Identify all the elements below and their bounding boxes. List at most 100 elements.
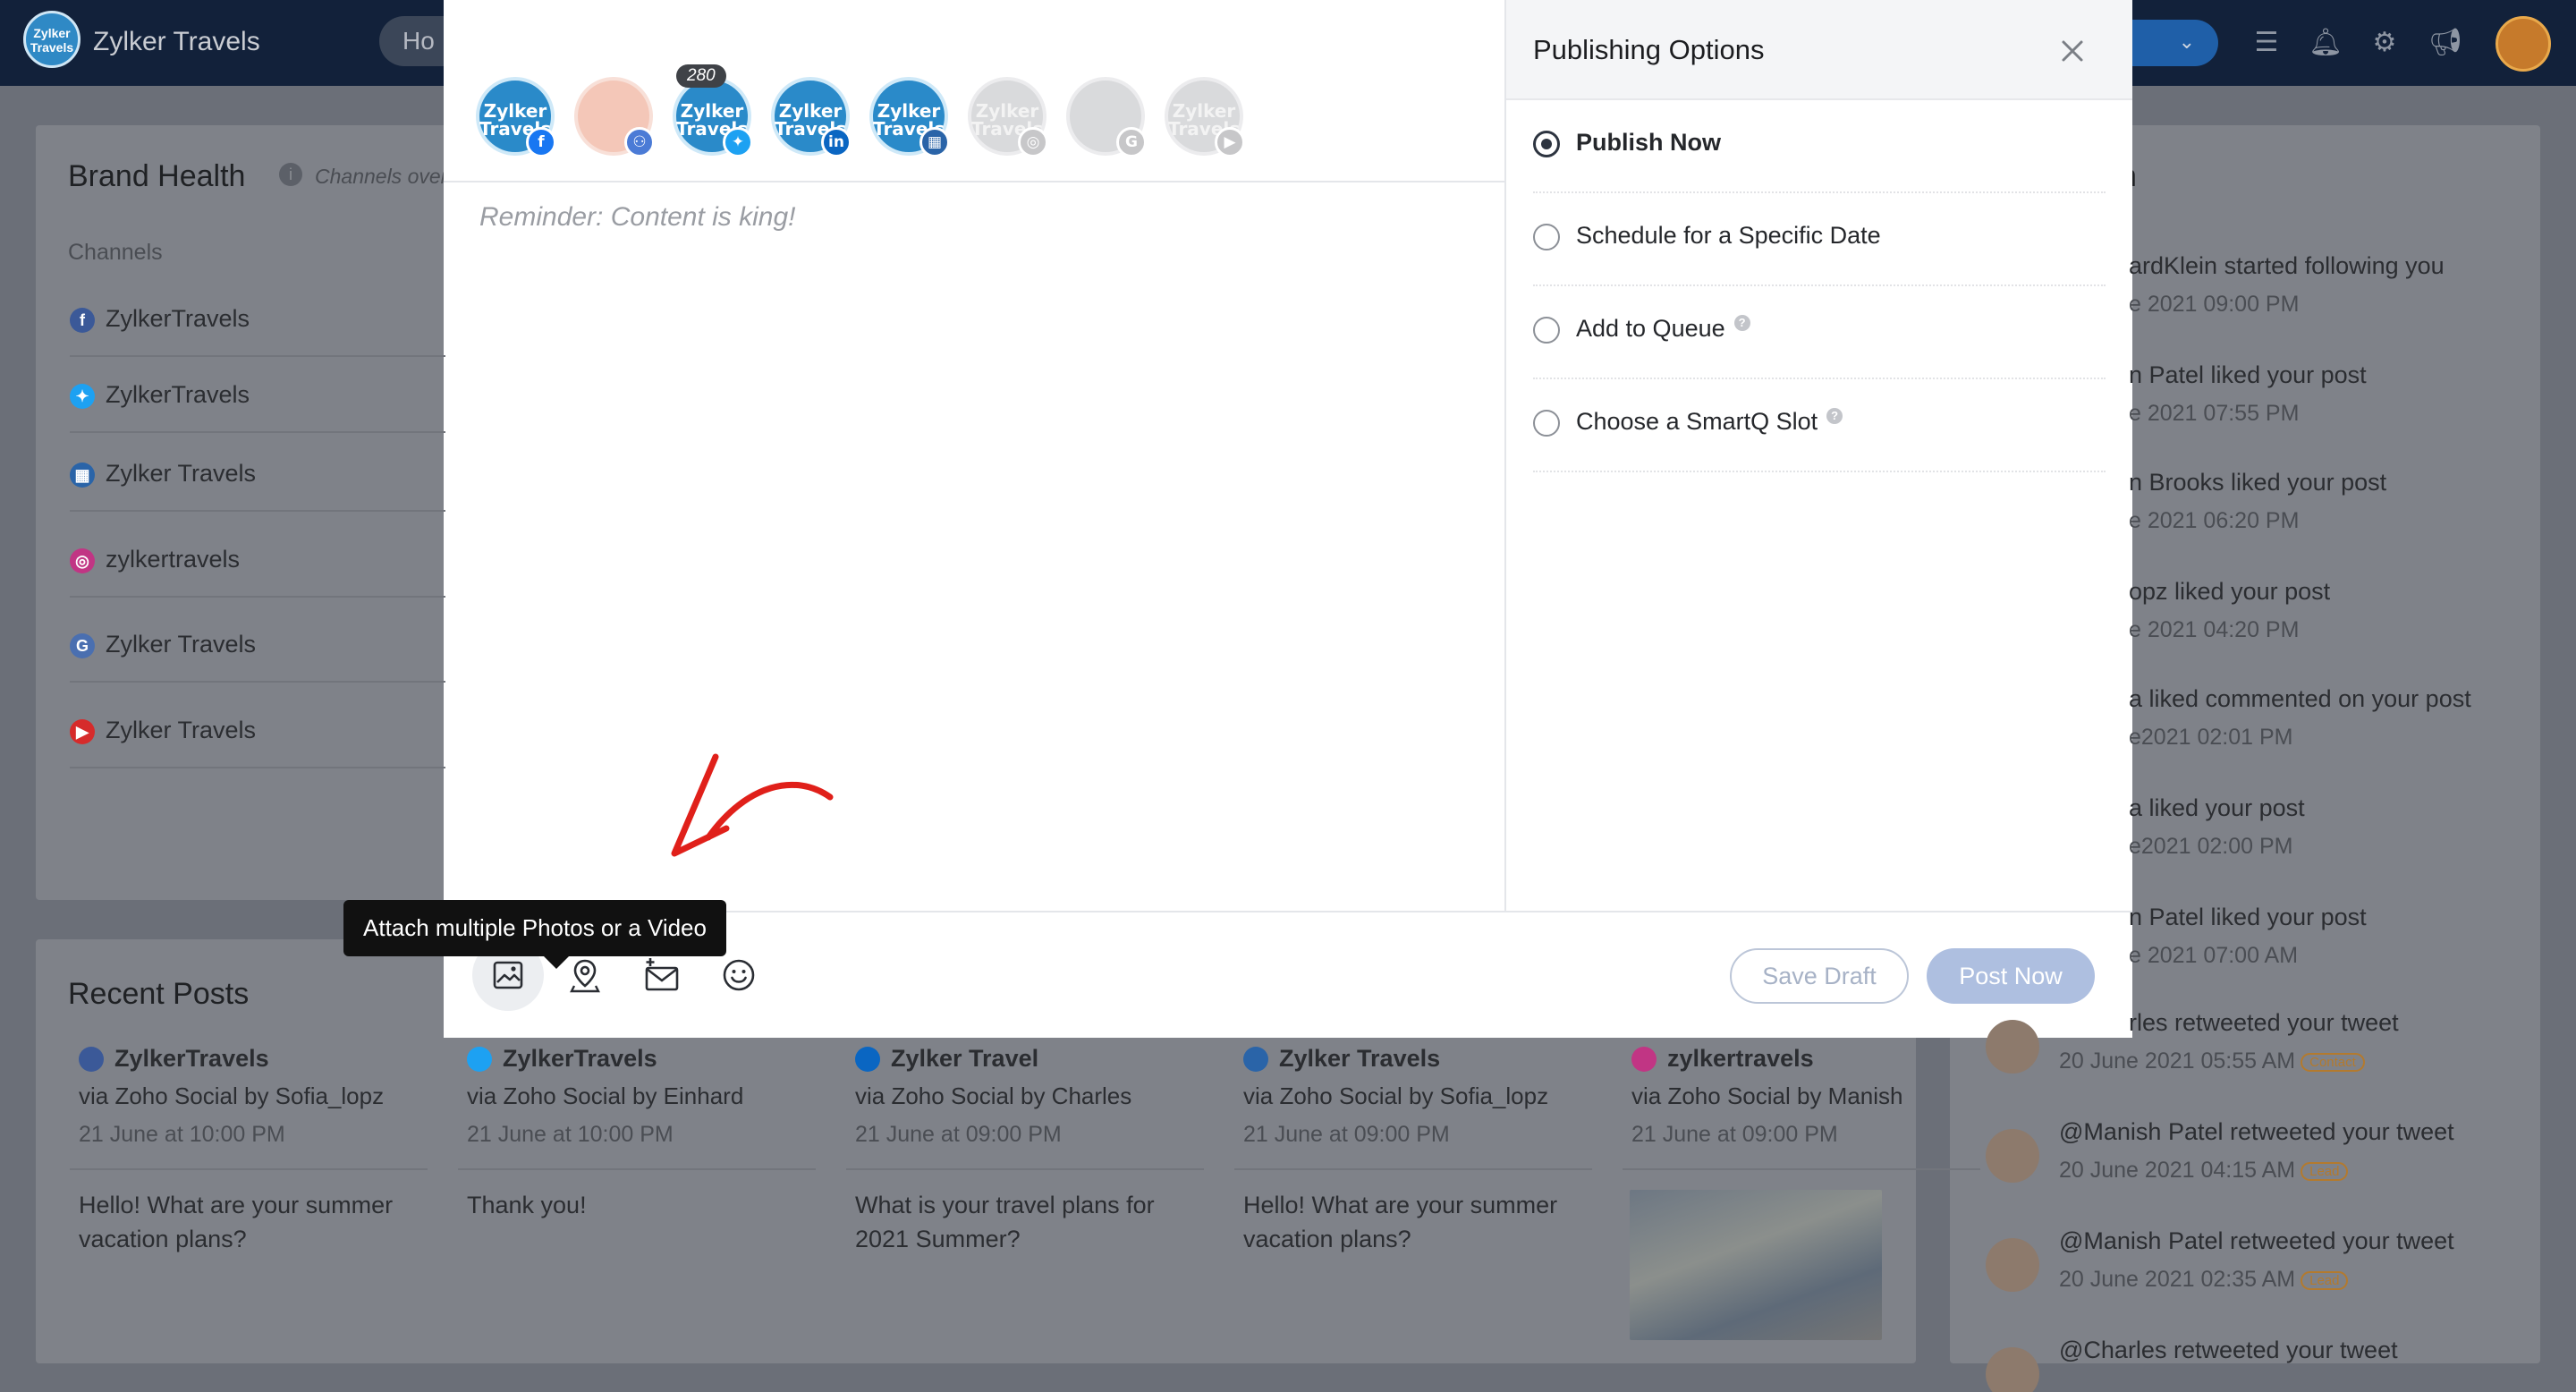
activity-text[interactable]: a liked commented on your post [2129, 685, 2471, 713]
activity-time-text: e2021 02:01 PM [2129, 725, 2293, 750]
brand-select[interactable]: ⌄ [2129, 20, 2218, 66]
profile-facebook-group[interactable]: ⚇ [574, 77, 655, 157]
post-account[interactable]: Zylker Travels [1279, 1045, 1440, 1073]
channel-name[interactable]: zylkertravels [106, 546, 240, 573]
activity-time: 20 June 2021 05:55 AM Contact [2059, 1048, 2365, 1074]
publish-option-text: Choose a SmartQ Slot [1576, 408, 1818, 435]
post-now-button[interactable]: Post Now [1927, 948, 2095, 1004]
divider [444, 181, 1506, 182]
post-account[interactable]: ZylkerTravels [503, 1045, 657, 1073]
divider [70, 354, 445, 357]
activity-text[interactable]: @Manish Patel retweeted your tweet [2059, 1227, 2454, 1255]
activity-time-text: 20 June 2021 04:15 AM [2059, 1158, 2296, 1183]
activity-text[interactable]: n Patel liked your post [2129, 904, 2367, 931]
profile-twitter[interactable]: Zylker Travels ✦ [673, 77, 753, 157]
profile-youtube[interactable]: Zylker Travels ▶ [1165, 77, 1245, 157]
help-icon[interactable]: ? [1826, 408, 1843, 424]
activity-text[interactable]: a liked your post [2129, 794, 2305, 822]
avatar[interactable] [1986, 1129, 2039, 1183]
help-icon[interactable]: ? [1733, 315, 1750, 331]
app-logo[interactable]: Zylker Travels [23, 11, 80, 68]
user-avatar[interactable] [2496, 16, 2551, 72]
menu-icon[interactable]: ☰ [2249, 25, 2284, 61]
avatar[interactable] [1986, 1020, 2039, 1074]
publish-option[interactable]: Add to Queue? [1533, 286, 2106, 379]
brand-health-title: Brand Health [68, 159, 246, 193]
channel-name[interactable]: Zylker Travels [106, 717, 256, 744]
instagram-icon: ◎ [70, 547, 95, 573]
bell-icon[interactable]: 🔔︎ [2308, 25, 2343, 61]
channel-name[interactable]: Zylker Travels [106, 460, 256, 488]
post-account[interactable]: ZylkerTravels [114, 1045, 269, 1073]
post-time: 21 June at 09:00 PM [1243, 1122, 1450, 1147]
activity-text[interactable]: opz liked your post [2129, 578, 2330, 606]
status-badge: Contact [2301, 1052, 2365, 1072]
instagram-icon: ◎ [1018, 127, 1048, 157]
divider [70, 681, 445, 683]
publish-option[interactable]: Publish Now [1533, 100, 2106, 193]
activity-text[interactable]: @Charles retweeted your tweet [2059, 1337, 2398, 1364]
profile-google-business[interactable]: G [1066, 77, 1147, 157]
profile-facebook[interactable]: Zylker Travels f [476, 77, 556, 157]
profile-instagram[interactable]: Zylker Travels ◎ [968, 77, 1048, 157]
publish-option-label: Publish Now [1576, 129, 1721, 157]
activity-text[interactable]: @Manish Patel retweeted your tweet [2059, 1118, 2454, 1146]
megaphone-icon[interactable]: 📢︎ [2428, 25, 2463, 61]
publish-option[interactable]: Choose a SmartQ Slot? [1533, 379, 2106, 472]
radio-button[interactable] [1533, 317, 1560, 344]
linkedin-page-icon: ▦ [70, 462, 95, 488]
post-via: via Zoho Social by Sofia_lopz [79, 1082, 385, 1109]
post-account[interactable]: zylkertravels [1667, 1045, 1814, 1073]
status-badge: Lead [2301, 1270, 2349, 1290]
gear-icon[interactable]: ⚙ [2367, 25, 2402, 61]
attach-media-button[interactable]: Attach multiple Photos or a Video [343, 900, 726, 1011]
twitter-icon: ✦ [70, 383, 95, 409]
activity-text[interactable]: rles retweeted your tweet [2129, 1009, 2399, 1037]
close-icon[interactable] [2050, 29, 2095, 73]
network-icon [855, 1047, 880, 1072]
radio-button[interactable] [1533, 131, 1560, 157]
post-text: vacation plans? [1243, 1226, 1411, 1252]
composer-footer: Attach multiple Photos or a Video Save D… [343, 900, 2132, 1038]
divider [1234, 1168, 1592, 1170]
profile-linkedin[interactable]: Zylker Travels in [771, 77, 852, 157]
brand-health-panel: Brand Health i Channels over Channels [36, 125, 456, 900]
post-text-area[interactable]: Reminder: Content is king! [479, 202, 796, 233]
divider [458, 1168, 816, 1170]
linkedin-page-icon: ▦ [919, 127, 950, 157]
channel-name[interactable]: ZylkerTravels [106, 381, 250, 409]
channel-name[interactable]: ZylkerTravels [106, 305, 250, 333]
activity-time-text: e 2021 07:00 AM [2129, 943, 2299, 968]
activity-time-text: 20 June 2021 02:35 AM [2059, 1267, 2296, 1292]
channel-name[interactable]: Zylker Travels [106, 631, 256, 658]
facebook-icon: f [526, 127, 556, 157]
emoji-button[interactable] [703, 939, 775, 1011]
mail-plus-icon [645, 958, 679, 991]
activity-time: 20 June 2021 02:35 AM Lead [2059, 1267, 2349, 1293]
activity-text[interactable]: n Patel liked your post [2129, 361, 2367, 389]
activity-time-text: 20 June 2021 05:55 AM [2059, 1048, 2296, 1074]
location-button[interactable] [549, 939, 621, 1011]
post-account[interactable]: Zylker Travel [891, 1045, 1038, 1073]
avatar[interactable] [1986, 1238, 2039, 1292]
radio-button[interactable] [1533, 224, 1560, 250]
publish-option-label: Choose a SmartQ Slot? [1576, 408, 1843, 436]
activity-time: 20 June 2021 04:15 AM Lead [2059, 1158, 2349, 1184]
post-text: What is your travel plans for [855, 1192, 1155, 1218]
network-icon [1243, 1047, 1268, 1072]
notify-mail-button[interactable] [626, 939, 698, 1011]
post-editor: Zylker Travels f ⚇ Zylker Travels ✦ 280 Zylker… [444, 0, 1506, 911]
activity-time: e2021 02:00 PM [2129, 834, 2292, 860]
profile-linkedin-page[interactable]: Zylker Travels ▦ [869, 77, 950, 157]
activity-time-text: e 2021 07:55 PM [2129, 401, 2300, 426]
radio-button[interactable] [1533, 410, 1560, 437]
channels-label: Channels [68, 240, 163, 265]
save-draft-button[interactable]: Save Draft [1730, 948, 1909, 1004]
post-image[interactable] [1630, 1190, 1882, 1340]
activity-text[interactable]: ardKlein started following you [2129, 252, 2445, 280]
activity-time: e2021 02:01 PM [2129, 725, 2292, 751]
activity-text[interactable]: n Brooks liked your post [2129, 469, 2386, 497]
info-icon[interactable]: i [279, 163, 302, 186]
image-icon [493, 961, 523, 989]
publish-option[interactable]: Schedule for a Specific Date [1533, 193, 2106, 286]
